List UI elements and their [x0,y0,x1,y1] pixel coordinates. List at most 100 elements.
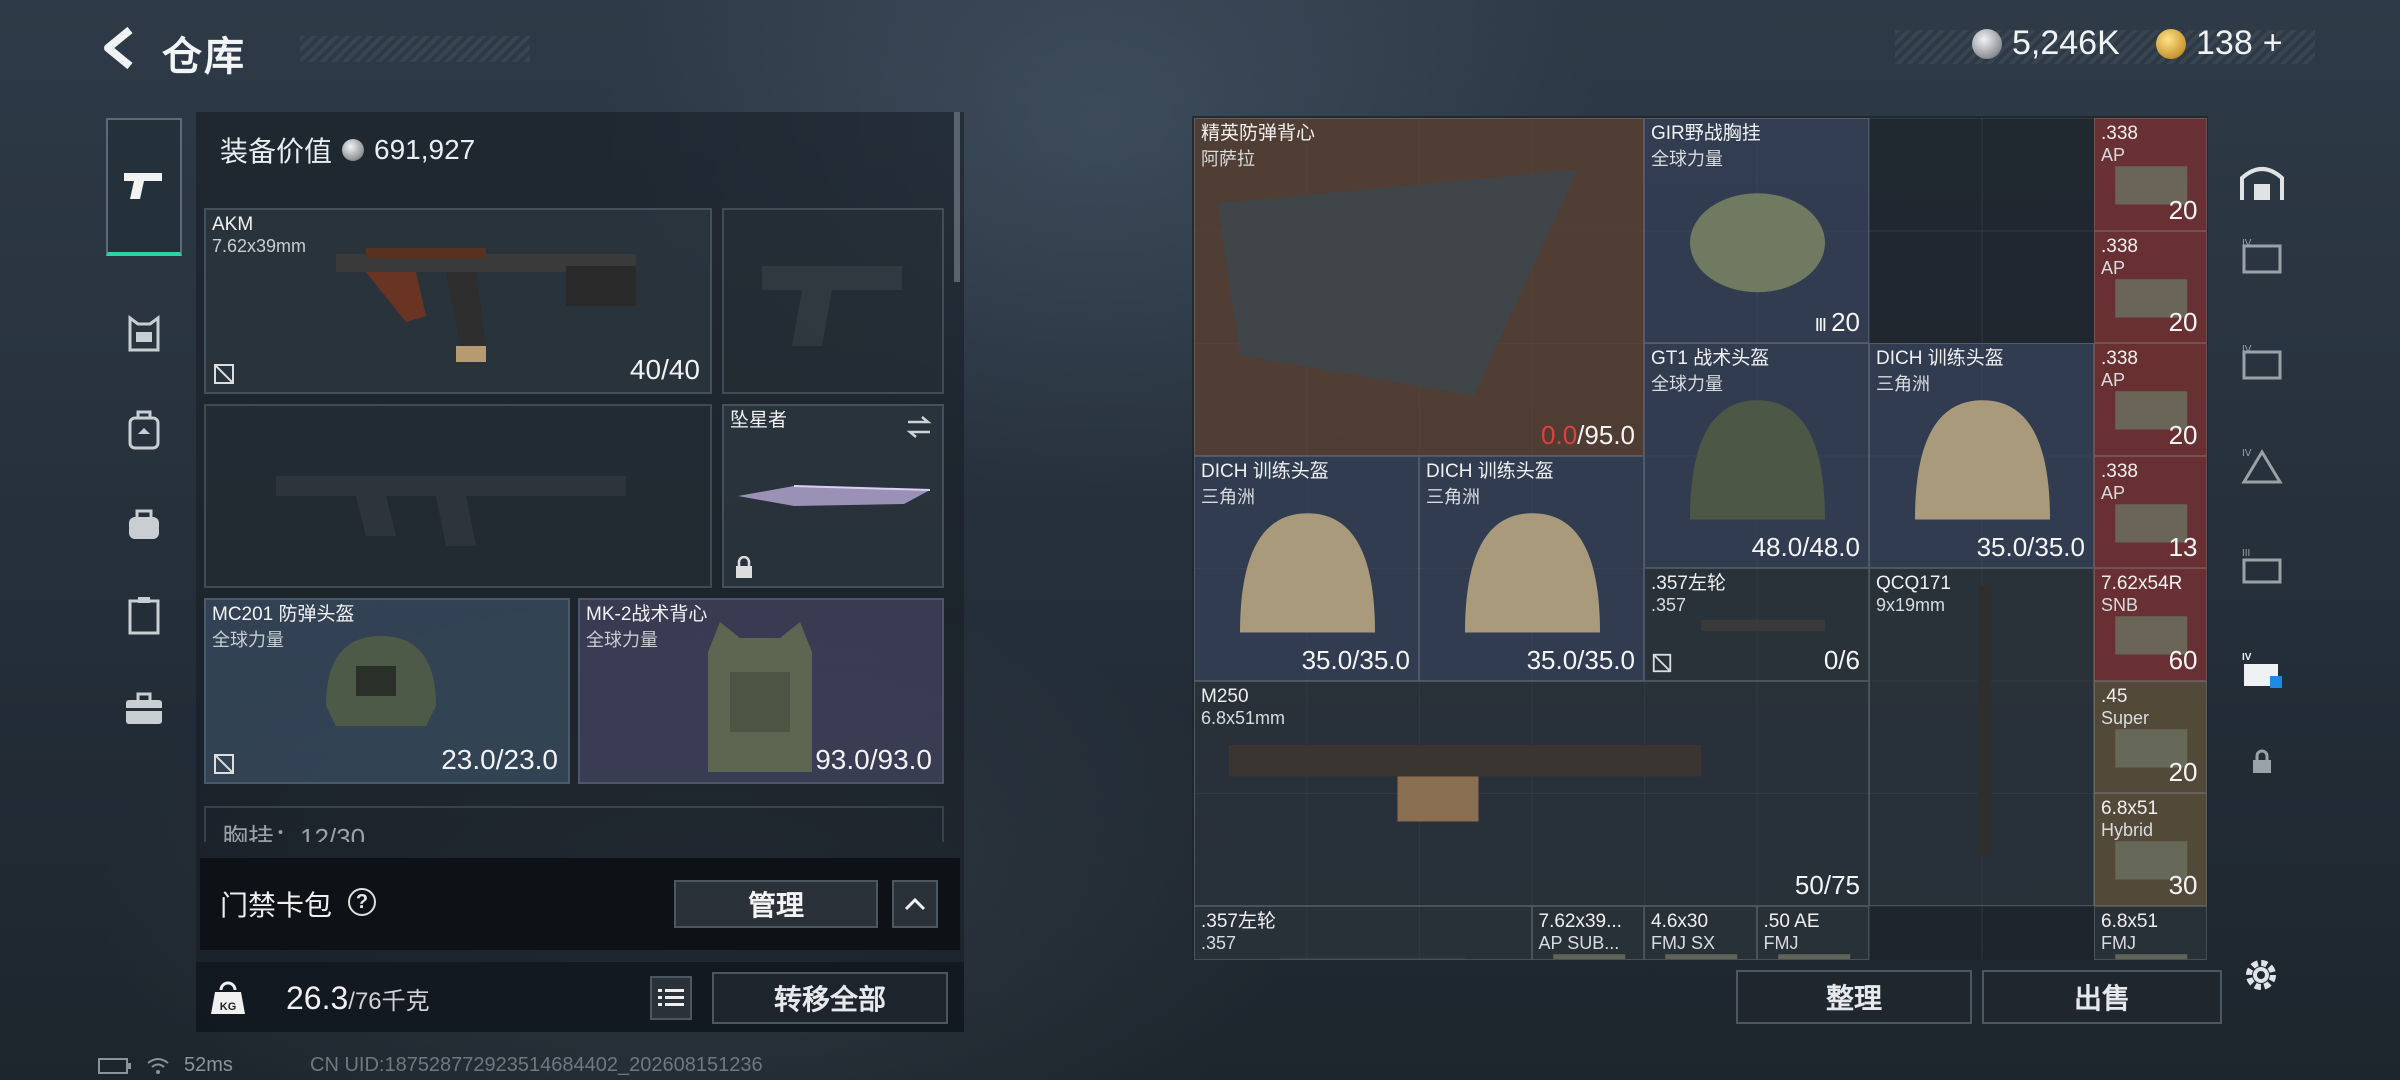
item-name: DICH 训练头盔 [1201,460,1329,482]
add-gold-button[interactable]: + [2263,24,2283,63]
settings-button[interactable] [2236,950,2286,1000]
expand-button[interactable] [892,880,938,928]
stash-item-ammo10[interactable]: .50 AE FMJ [1756,905,1869,960]
helmet-slot[interactable]: MC201 防弹头盔 全球力量 23.0/23.0 [204,598,570,784]
tab-container[interactable] [106,578,182,654]
item-subtitle: AP [2101,257,2126,278]
stash-item-ammo8[interactable]: 7.62x39... AP SUB... [1531,905,1644,960]
tab-stash-2[interactable]: IV [2230,332,2294,396]
stash-item-m250[interactable]: M250 6.8x51mm 50/75 [1194,680,1869,906]
item-subtitle: AP [2101,145,2126,165]
back-button[interactable] [96,22,144,74]
item-value-text: 35.0/35.0 [1301,644,1410,675]
help-icon[interactable]: ? [348,888,376,916]
tab-weapons[interactable] [106,118,182,256]
stash-item-qcq[interactable]: QCQ171 9x19mm [1869,568,2094,906]
primary-weapon-slot[interactable]: AKM 7.62x39mm 40/40 [204,208,712,394]
stash-item-ammo4[interactable]: .338 AP 13 [2094,455,2207,568]
loadout-scrollbar[interactable] [954,112,960,282]
stash-item-ammo2[interactable]: .338 AP 20 [2094,230,2207,343]
item-value: 48.0/48.0 [1752,532,1860,563]
item-value-text: 35.0/35.0 [1526,644,1635,675]
item-subtitle: AP [2101,482,2126,503]
svg-text:KG: KG [220,1001,237,1013]
item-value: Ⅲ 20 [1815,307,1860,338]
no-insure-icon [214,364,234,384]
stash-item-ammo1[interactable]: .338 AP 20 [2094,118,2207,231]
stash-item-gt1[interactable]: GT1 战术头盔 全球力量 48.0/48.0 [1644,343,1869,568]
storage-icon: IV [2242,238,2282,274]
akm-rifle-icon [336,248,636,362]
briefcase-icon [126,692,162,724]
item-subtitle: 三角洲 [1876,374,1930,394]
stash-item-ammo7[interactable]: 6.8x51 Hybrid 30 [2094,793,2207,906]
stash-item-ammo6[interactable]: .45 Super 20 [2094,680,2207,793]
stash-item-ammo3[interactable]: .338 AP 20 [2094,343,2207,456]
stash-tabs: IV IV IV III IV [2220,140,2300,940]
tab-stash-3[interactable]: IV [2230,436,2294,500]
sell-button[interactable]: 出售 [1982,970,2222,1024]
item-subtitle: 9x19mm [1876,595,1946,615]
item-name: M250 [1201,685,1249,707]
chest-rig-label: 胸挂：12/30 [222,823,366,842]
item-value-text: 13 [2168,532,2198,562]
stash-item-ammo5[interactable]: 7.62x54R SNB 60 [2094,568,2207,681]
stash-item-rev1[interactable]: .357左轮 .357 0/6 [1644,568,1869,681]
status-bar: 52ms [98,1054,233,1077]
secondary-weapon-slot[interactable] [204,404,712,588]
item-value: 0/6 [1824,645,1860,676]
tab-all-stash[interactable] [2230,150,2294,214]
tab-armor[interactable] [106,296,182,372]
item-value-text: 20 [2168,757,2198,787]
pistol-slot[interactable] [722,208,944,394]
item-value-text: /95.0 [1577,419,1635,450]
tab-locked[interactable] [2230,730,2294,794]
item-name: QCQ171 [1876,573,1951,594]
stash-item-gir-rig[interactable]: GIR野战胸挂 全球力量 Ⅲ 20 [1644,118,1869,343]
stash-item-elite-vest[interactable]: 精英防弹背心 阿萨拉 0.0/95.0 [1194,118,1644,456]
item-name: 4.6x30 [1651,910,1709,932]
item-value-text: 20 [2168,419,2198,450]
item-value: 13 [2169,532,2198,563]
transfer-all-button[interactable]: 转移全部 [712,972,948,1024]
item-subtitle: 全球力量 [1651,374,1723,394]
sort-button[interactable]: 整理 [1736,970,1972,1024]
item-subtitle: 三角洲 [1426,486,1480,507]
gear-icon [2246,960,2276,990]
item-value: 20 [2169,420,2198,451]
swap-icon[interactable] [904,414,934,440]
tab-bag[interactable] [106,486,182,562]
stash-item-ammo9[interactable]: 4.6x30 FMJ SX [1644,905,1757,960]
pistol-placeholder-icon [762,266,902,346]
tab-backpack[interactable] [106,392,182,468]
item-value-text: 20 [2168,307,2198,337]
stash-item-ammo11[interactable]: 6.8x51 FMJ [2094,905,2207,960]
tab-stash-5[interactable]: IV [2230,640,2294,704]
item-value-text: 60 [2168,644,2198,675]
melee-slot[interactable]: 坠星者 [722,404,944,588]
armor-slot[interactable]: MK-2战术背心 全球力量 93.0/93.0 [578,598,944,784]
page-title: 仓库 [162,35,246,79]
weight-value: 26.3/76千克 [286,980,430,1016]
item-subtitle: 全球力量 [1651,149,1723,169]
stash-item-rev2[interactable]: .357左轮 .357 [1194,905,1532,960]
tab-stash-4[interactable]: III [2230,536,2294,600]
list-icon [658,989,684,1006]
silver-currency: 5,246K [1972,24,2120,63]
tab-toolbox[interactable] [106,670,182,746]
silver-coin-icon [1972,28,2002,59]
manage-button[interactable]: 管理 [674,880,878,928]
item-value: 20 [2169,195,2198,226]
helmet-faction: 全球力量 [212,630,284,650]
stash-item-dich2[interactable]: DICH 训练头盔 三角洲 35.0/35.0 [1194,455,1419,681]
list-view-button[interactable] [650,976,692,1020]
pistol-icon [124,173,162,199]
gold-currency[interactable]: 138 + [2156,24,2283,63]
stash-item-dich1[interactable]: DICH 训练头盔 三角洲 35.0/35.0 [1869,343,2094,568]
gold-coin-icon [2156,28,2186,59]
tab-stash-1[interactable]: IV [2230,226,2294,290]
item-value: 60 [2169,645,2198,676]
stash-item-dich3[interactable]: DICH 训练头盔 三角洲 35.0/35.0 [1419,455,1644,681]
storage-icon: IV [2242,652,2282,688]
chest-rig-row[interactable]: 胸挂：12/30 [204,806,944,842]
